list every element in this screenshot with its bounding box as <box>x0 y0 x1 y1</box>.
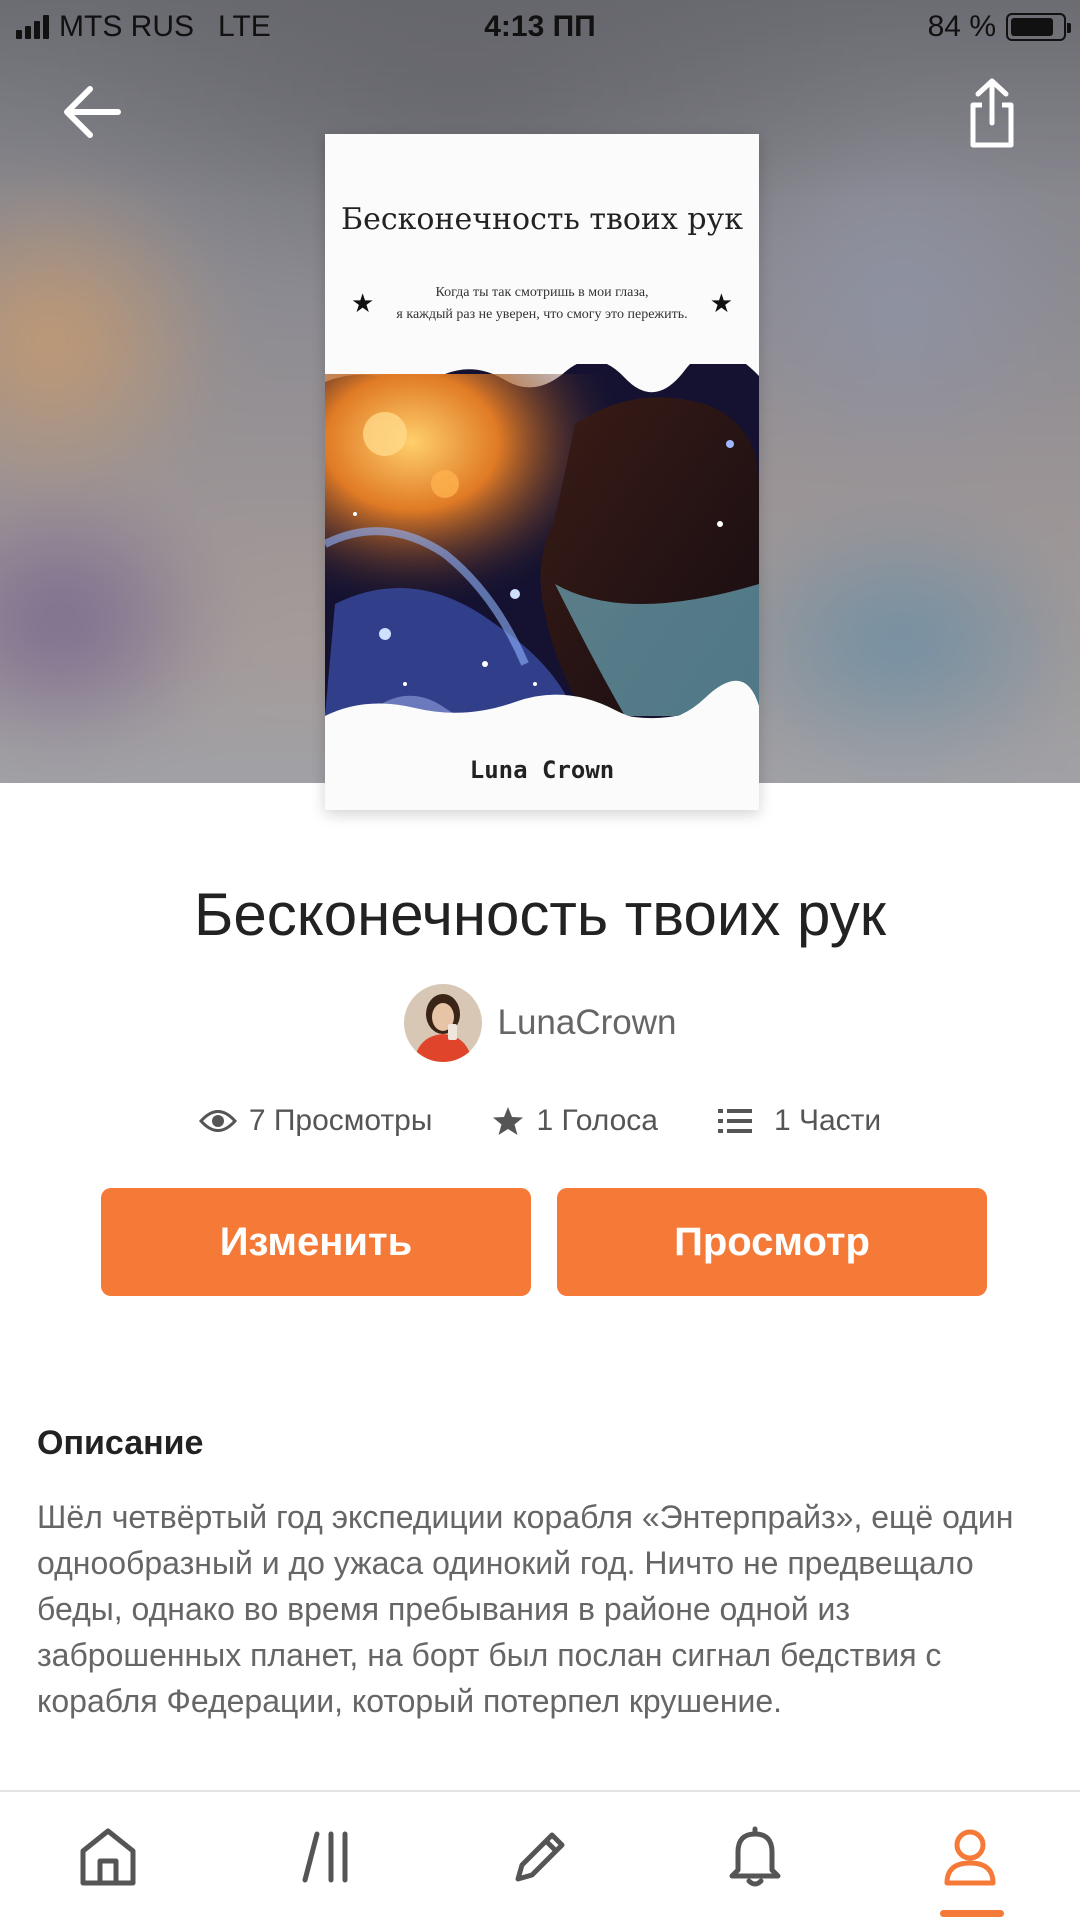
story-title: Бесконечность твоих рук <box>194 881 886 948</box>
preview-button[interactable]: Просмотр <box>557 1188 987 1296</box>
home-icon <box>80 1828 136 1886</box>
share-button[interactable] <box>952 70 1032 156</box>
bottom-navigation <box>0 1790 1080 1920</box>
votes-label: 1 Голоса <box>536 1104 658 1137</box>
book-cover[interactable]: Бесконечность твоих рук ★ ★ Когда ты так… <box>325 134 759 810</box>
cover-author: Luna Crown <box>469 756 615 784</box>
tab-profile[interactable] <box>915 1812 1025 1902</box>
active-tab-indicator <box>940 1910 1004 1917</box>
star-icon <box>493 1107 524 1135</box>
edit-button[interactable]: Изменить <box>101 1188 531 1296</box>
cover-quote: Когда ты так смотришь в мои глаза, я каж… <box>396 285 688 322</box>
avatar[interactable] <box>403 984 482 1062</box>
list-icon <box>717 1109 752 1133</box>
tab-write[interactable] <box>485 1812 595 1902</box>
views-stat: 7 Просмотры <box>198 1104 433 1138</box>
status-bar: MTS RUS LTE 4:13 ПП 84 % <box>0 0 1080 56</box>
battery-percent: 84 % <box>927 10 996 43</box>
parts-label: 1 Части <box>773 1104 882 1137</box>
author-name[interactable]: LunaCrown <box>498 1003 677 1043</box>
description-heading: Описание <box>37 1424 204 1462</box>
cover-artwork <box>325 364 759 744</box>
write-icon <box>515 1832 565 1882</box>
description-text: Шёл четвёртый год экспедиции корабля «Эн… <box>37 1499 1014 1719</box>
author-row[interactable]: LunaCrown <box>0 984 1080 1062</box>
views-label: 7 Просмотры <box>248 1104 433 1137</box>
profile-icon <box>944 1829 996 1886</box>
battery-icon <box>1006 13 1071 41</box>
clock: 4:13 ПП <box>484 10 596 43</box>
arrow-left-icon <box>64 86 121 138</box>
eye-icon <box>198 1110 237 1132</box>
cover-title: Бесконечность твоих рук <box>341 202 743 237</box>
notifications-icon <box>729 1826 781 1887</box>
tab-library[interactable] <box>272 1812 382 1902</box>
votes-stat: 1 Голоса <box>492 1104 658 1138</box>
tab-notifications[interactable] <box>700 1812 810 1902</box>
tab-home[interactable] <box>53 1812 163 1902</box>
story-stats: 7 Просмотры 1 Голоса 1 Части <box>0 1104 1080 1138</box>
share-icon <box>970 78 1014 148</box>
library-icon <box>302 1831 348 1883</box>
parts-stat: 1 Части <box>717 1104 882 1138</box>
back-button[interactable] <box>52 72 132 152</box>
